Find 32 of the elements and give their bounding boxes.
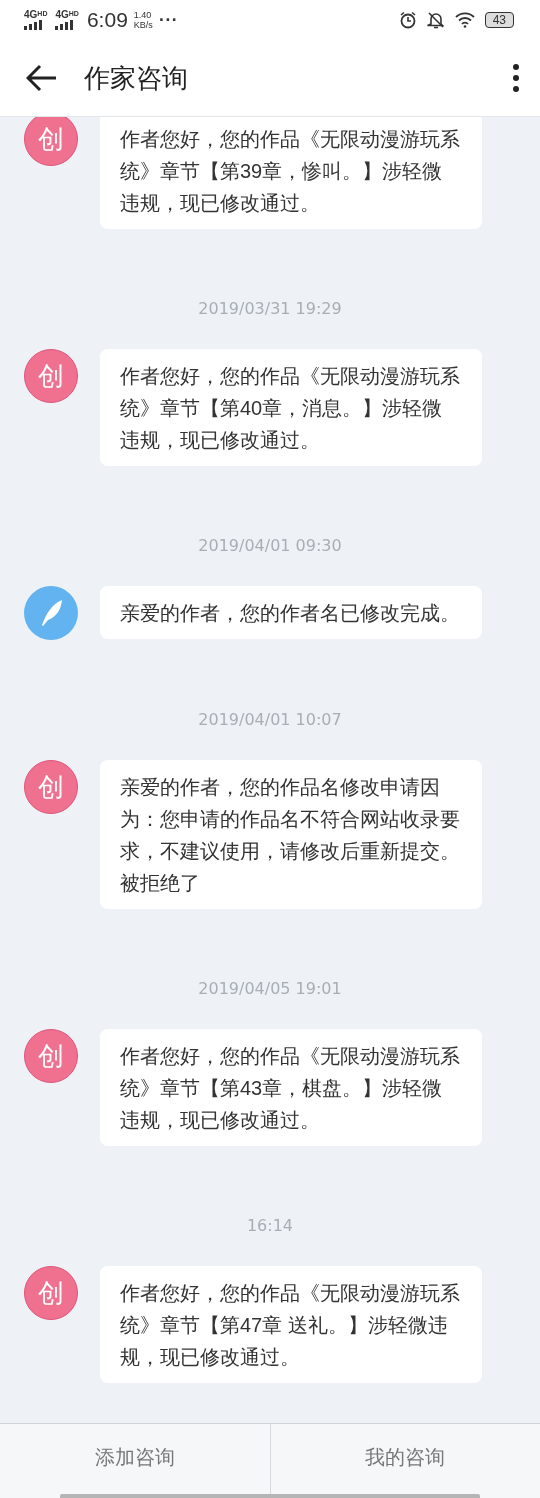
message-bubble: 作者您好，您的作品《无限动漫游玩系统》章节【第43章，棋盘。】涉轻微违规，现已修改通过。 bbox=[100, 1029, 482, 1146]
message-timestamp: 2019/04/05 19:01 bbox=[197, 979, 343, 999]
avatar-badge: 创 bbox=[24, 117, 78, 166]
avatar-badge: 创 bbox=[24, 349, 78, 403]
wifi-icon bbox=[454, 12, 475, 28]
avatar-badge: 创 bbox=[24, 1266, 78, 1320]
more-menu-icon[interactable] bbox=[512, 64, 520, 92]
message-timestamp: 2019/04/01 09:30 bbox=[197, 536, 343, 556]
more-indicator: ··· bbox=[158, 12, 178, 28]
signal-icon bbox=[55, 20, 74, 30]
page-title: 作家咨询 bbox=[84, 61, 189, 95]
clock-time: 6:09 bbox=[86, 8, 128, 32]
message-bubble: 作者您好，您的作品《无限动漫游玩系统》章节【第47章 送礼。】涉轻微违规，现已修改通过。 bbox=[100, 1266, 482, 1383]
message-timestamp: 2019/04/01 10:07 bbox=[197, 710, 343, 730]
message-bubble: 作者您好，您的作品《无限动漫游玩系统》章节【第39章，惨叫。】涉轻微违规，现已修改通过。 bbox=[100, 117, 482, 229]
battery-indicator: 43 bbox=[484, 12, 514, 28]
avatar-badge: 创 bbox=[24, 1029, 78, 1083]
network-label: 4G$^{HD}$ bbox=[24, 10, 48, 20]
signal-icon bbox=[24, 20, 42, 30]
message-timestamp: 16:14 bbox=[245, 1216, 295, 1236]
feather-avatar-icon bbox=[24, 586, 78, 640]
message-timestamp: 2019/03/31 19:29 bbox=[197, 299, 343, 319]
alarm-icon bbox=[398, 11, 417, 29]
back-icon[interactable] bbox=[26, 64, 58, 92]
network-label: 4G$^{HD}$ bbox=[55, 10, 79, 20]
message-bubble: 亲爱的作者，您的作品名修改申请因为：您申请的作品名不符合网站收录要求，不建议使用，请修改后重新提交。被拒绝了 bbox=[100, 760, 482, 909]
speed-unit: KB/s bbox=[133, 20, 153, 30]
message-bubble: 作者您好，您的作品《无限动漫游玩系统》章节【第40章，消息。】涉轻微违规，现已修改通过。 bbox=[100, 349, 482, 466]
message-bubble: 亲爱的作者，您的作者名已修改完成。 bbox=[100, 586, 482, 639]
bell-off-icon bbox=[426, 11, 445, 29]
avatar-badge: 创 bbox=[24, 760, 78, 814]
speed-value: 1.40 bbox=[133, 10, 153, 20]
